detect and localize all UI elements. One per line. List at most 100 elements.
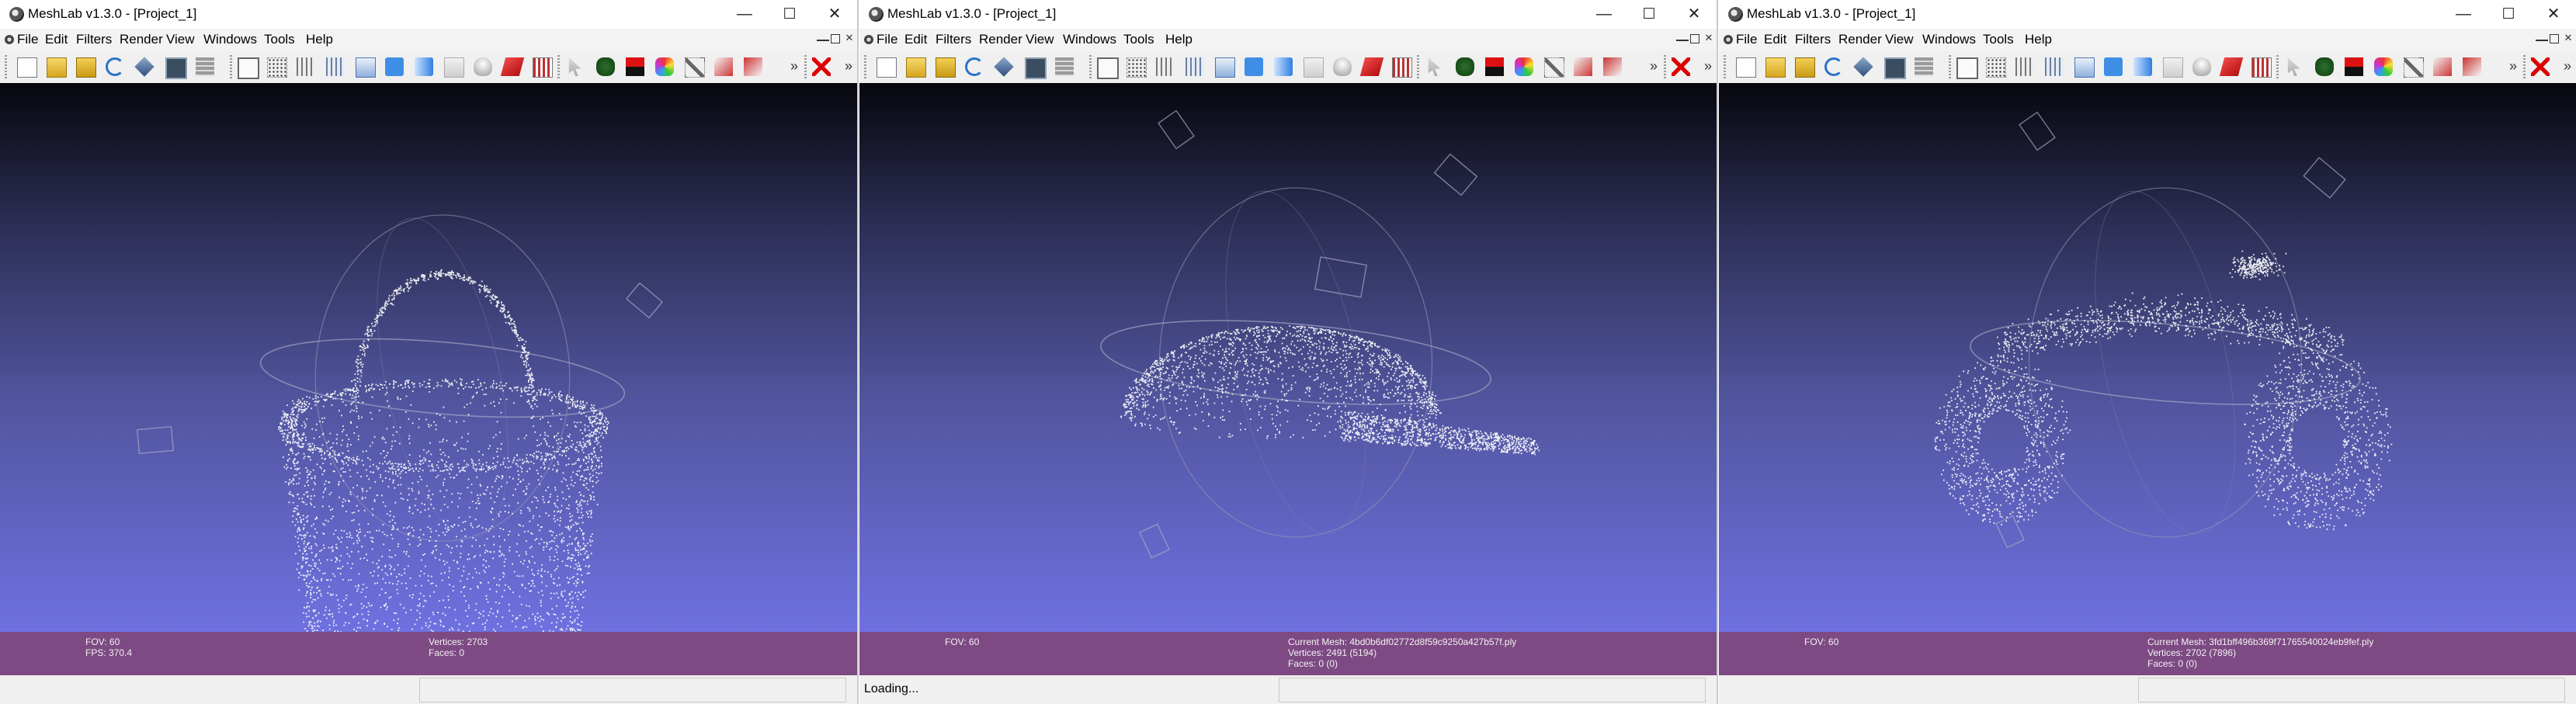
minimize-button[interactable]: — (1581, 0, 1626, 29)
hidden-lines-icon[interactable] (1186, 57, 1204, 76)
menu-edit[interactable]: Edit (1764, 32, 1786, 47)
points-icon[interactable] (1127, 57, 1147, 78)
light-icon[interactable] (2192, 57, 2211, 76)
menu-file[interactable]: File (1736, 32, 1757, 47)
flat-lines-icon[interactable] (1215, 57, 1235, 78)
mdi-close-button[interactable]: ✕ (1703, 32, 1715, 44)
toolbar-overflow-icon[interactable]: » (845, 58, 852, 75)
snapshot-icon[interactable] (1884, 57, 1906, 79)
delete-icon[interactable] (812, 57, 831, 76)
color-icon[interactable] (2219, 57, 2244, 76)
wireframe-icon[interactable] (2015, 57, 2034, 76)
toolbar-overflow-icon[interactable]: » (2509, 58, 2517, 75)
select-vertices-icon[interactable] (2463, 57, 2481, 76)
menu-edit[interactable]: Edit (904, 32, 927, 47)
menu-filters[interactable]: Filters (76, 32, 112, 47)
select-faces-icon[interactable] (1574, 57, 1592, 76)
menu-view[interactable]: View (1026, 32, 1054, 47)
open-mesh-icon[interactable] (936, 57, 956, 78)
new-project-icon[interactable] (17, 57, 37, 78)
close-button[interactable]: ✕ (1672, 0, 1717, 29)
maximize-button[interactable]: ☐ (767, 0, 812, 29)
menu-render[interactable]: Render (1838, 32, 1882, 47)
menu-render[interactable]: Render (120, 32, 163, 47)
align-icon[interactable] (2315, 57, 2334, 76)
document-menu-icon[interactable] (864, 35, 873, 44)
paint-icon[interactable] (1485, 57, 1504, 76)
maximize-button[interactable]: ☐ (1626, 0, 1672, 29)
render-viewport[interactable] (859, 83, 1717, 632)
menu-tools[interactable]: Tools (264, 32, 295, 47)
menu-tools[interactable]: Tools (1123, 32, 1154, 47)
smooth-icon[interactable] (415, 57, 433, 76)
snapshot-icon[interactable] (165, 57, 187, 79)
wireframe-icon[interactable] (1156, 57, 1175, 76)
toolbar-overflow-icon[interactable]: » (2564, 58, 2571, 75)
select-icon[interactable] (568, 57, 582, 76)
align-icon[interactable] (1456, 57, 1474, 76)
mdi-close-button[interactable]: ✕ (843, 32, 856, 44)
menu-help[interactable]: Help (306, 32, 333, 47)
points-icon[interactable] (1986, 57, 2006, 78)
light-icon[interactable] (474, 57, 492, 76)
toolbar-grip[interactable] (2523, 55, 2526, 78)
save-icon[interactable] (1853, 57, 1873, 77)
measure-icon[interactable] (2404, 57, 2424, 78)
smooth-icon[interactable] (2133, 57, 2152, 76)
doublesided-icon[interactable] (533, 57, 553, 78)
toolbar-grip[interactable] (2276, 55, 2279, 78)
menu-filters[interactable]: Filters (1795, 32, 1831, 47)
toolbar-overflow-icon[interactable]: » (1650, 58, 1658, 75)
light-icon[interactable] (1333, 57, 1352, 76)
menu-file[interactable]: File (877, 32, 897, 47)
title-bar[interactable]: MeshLab v1.3.0 - [Project_1] — ☐ ✕ (1719, 0, 2576, 29)
save-icon[interactable] (994, 57, 1014, 77)
mdi-restore-button[interactable] (831, 34, 840, 43)
delete-icon[interactable] (2531, 57, 2550, 76)
render-viewport[interactable] (0, 83, 857, 632)
texture-icon[interactable] (1304, 57, 1324, 78)
flat-icon[interactable] (1245, 57, 1263, 76)
document-menu-icon[interactable] (5, 35, 14, 44)
flat-lines-icon[interactable] (356, 57, 376, 78)
bbox-icon[interactable] (1097, 57, 1119, 79)
render-viewport[interactable] (1719, 83, 2576, 632)
color-picker-icon[interactable] (655, 57, 674, 76)
mdi-minimize-button[interactable] (2536, 32, 2548, 41)
toolbar-grip[interactable] (1949, 55, 1951, 78)
mdi-restore-button[interactable] (2550, 34, 2559, 43)
save-icon[interactable] (134, 57, 154, 77)
menu-render[interactable]: Render (979, 32, 1022, 47)
bbox-icon[interactable] (238, 57, 259, 79)
open-project-icon[interactable] (906, 57, 926, 78)
mdi-minimize-button[interactable] (817, 32, 829, 41)
wireframe-icon[interactable] (297, 57, 315, 76)
mdi-close-button[interactable]: ✕ (2562, 32, 2574, 44)
mdi-restore-button[interactable] (1690, 34, 1699, 43)
measure-icon[interactable] (685, 57, 705, 78)
select-icon[interactable] (2287, 57, 2300, 76)
open-mesh-icon[interactable] (1795, 57, 1815, 78)
toolbar-grip[interactable] (1089, 55, 1092, 78)
menu-help[interactable]: Help (2025, 32, 2052, 47)
paint-icon[interactable] (2345, 57, 2363, 76)
hidden-lines-icon[interactable] (326, 57, 345, 76)
flat-icon[interactable] (385, 57, 404, 76)
delete-icon[interactable] (1672, 57, 1690, 76)
smooth-icon[interactable] (1274, 57, 1293, 76)
select-faces-icon[interactable] (2433, 57, 2452, 76)
menu-file[interactable]: File (17, 32, 38, 47)
toolbar-grip[interactable] (1724, 55, 1726, 78)
color-icon[interactable] (1359, 57, 1384, 76)
new-project-icon[interactable] (1736, 57, 1756, 78)
flat-lines-icon[interactable] (2074, 57, 2095, 78)
menu-help[interactable]: Help (1165, 32, 1193, 47)
menu-view[interactable]: View (1885, 32, 1914, 47)
doublesided-icon[interactable] (1392, 57, 1412, 78)
doublesided-icon[interactable] (2251, 57, 2272, 78)
open-project-icon[interactable] (1765, 57, 1786, 78)
texture-icon[interactable] (2163, 57, 2183, 78)
menu-tools[interactable]: Tools (1983, 32, 2014, 47)
layers-icon[interactable] (1915, 57, 1933, 76)
menu-edit[interactable]: Edit (45, 32, 68, 47)
